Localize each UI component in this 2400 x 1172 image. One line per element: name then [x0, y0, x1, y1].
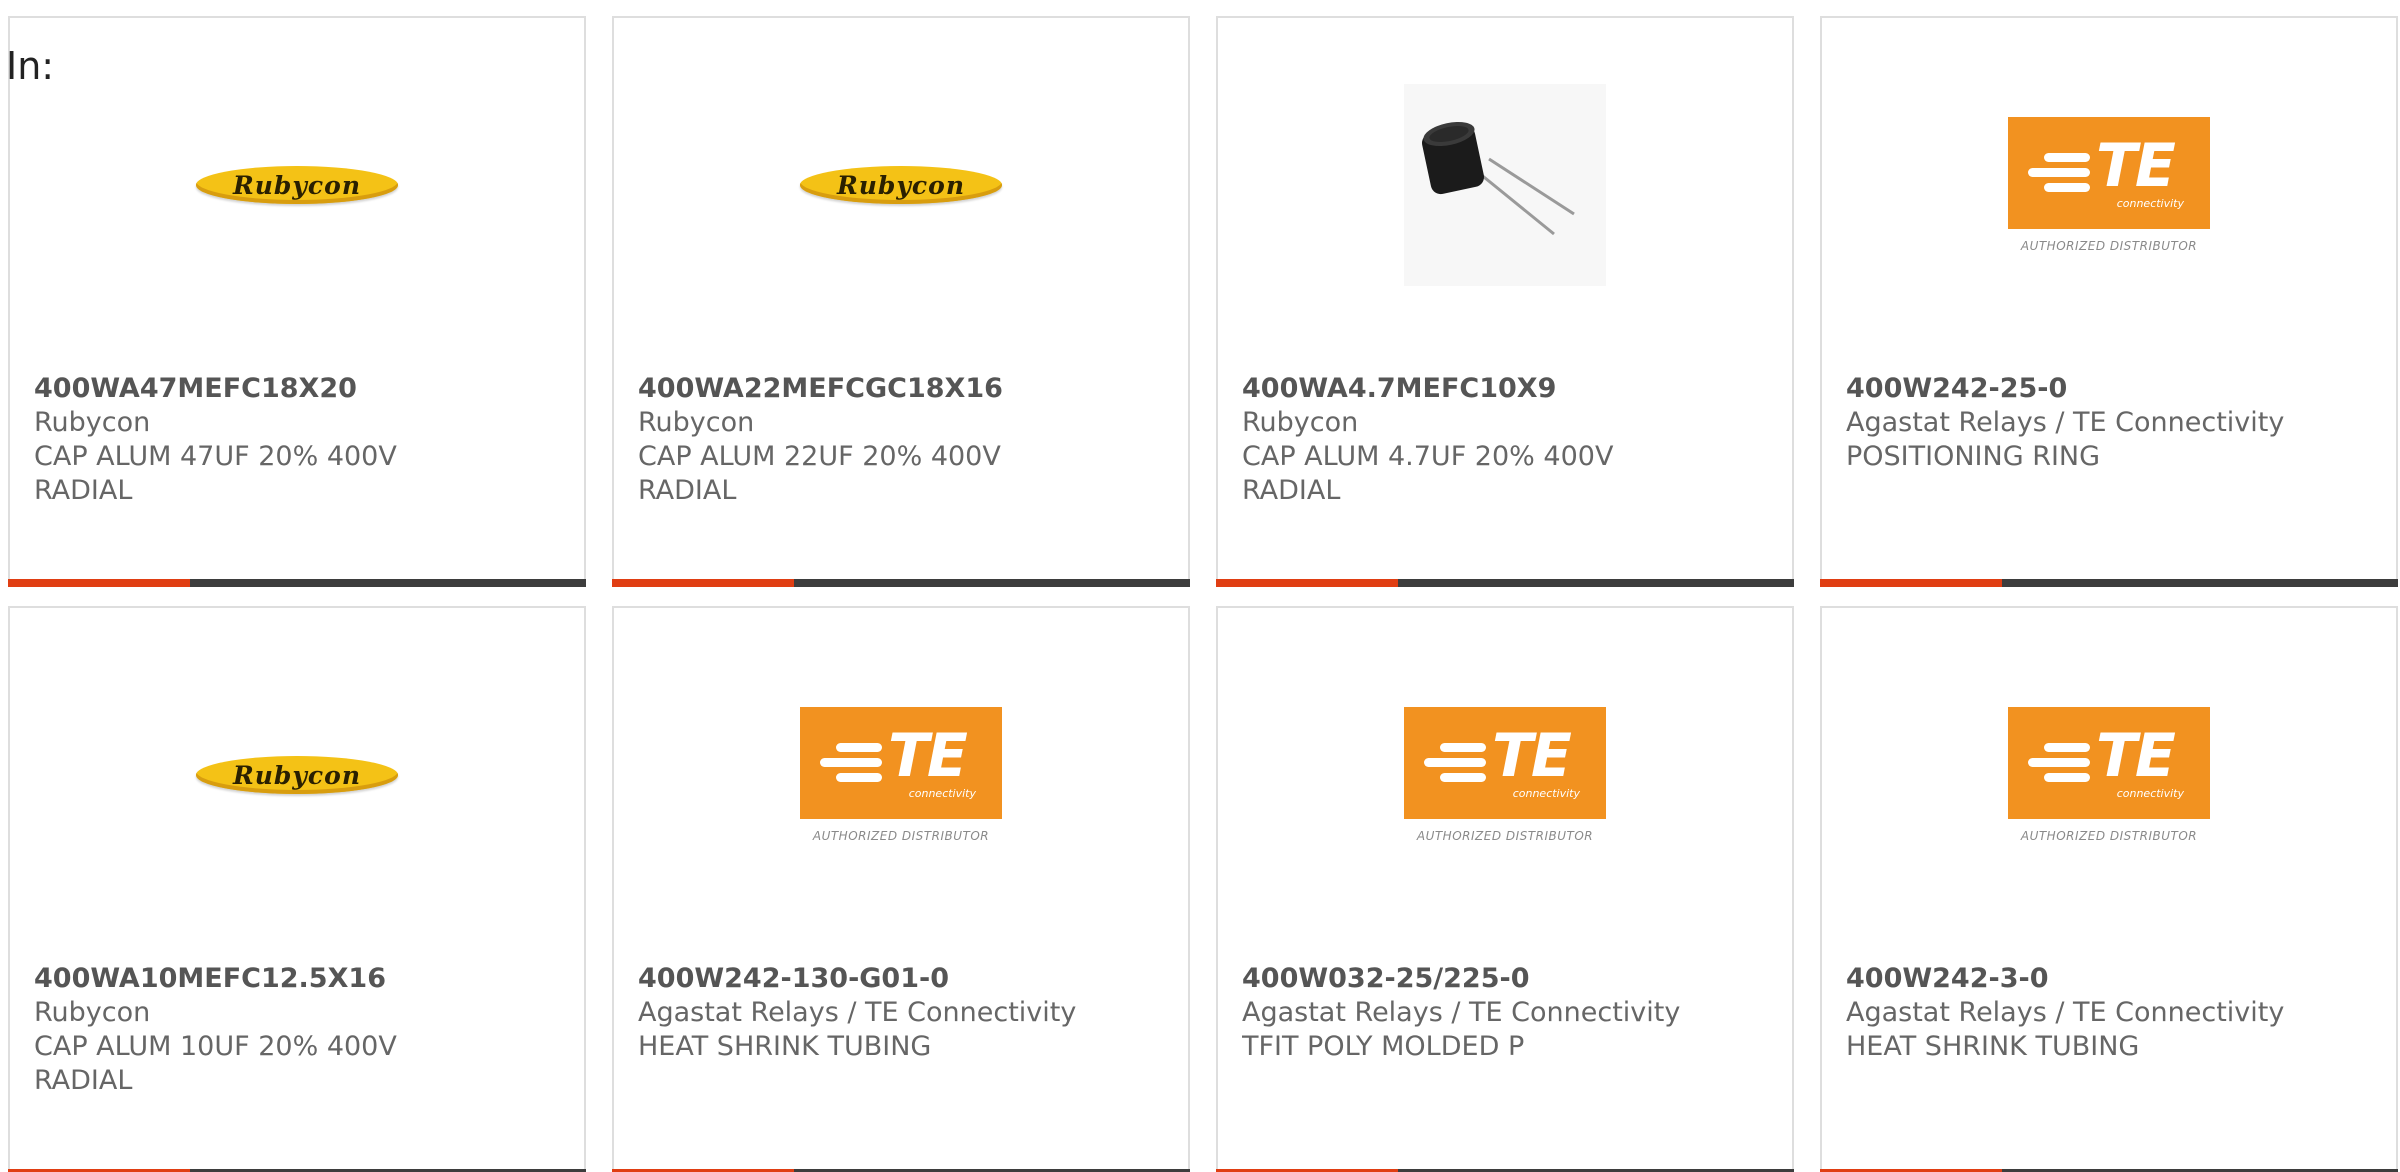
card-accent-bar: [1820, 579, 2002, 587]
te-stripes-icon: [2028, 153, 2090, 198]
product-manufacturer: Agastat Relays / TE Connectivity: [1846, 407, 2285, 438]
product-description: POSITIONING RING: [1846, 441, 2101, 472]
card-bottom-bar: [612, 579, 1190, 587]
capacitor-icon: [1422, 121, 1575, 236]
product-description-cont: RADIAL: [34, 475, 133, 506]
product-part-number[interactable]: 400WA4.7MEFC10X9: [1242, 372, 1772, 406]
product-image: TE connectivity AUTHORIZED DISTRIBUTOR: [2008, 84, 2210, 286]
product-manufacturer: Agastat Relays / TE Connectivity: [1242, 997, 1681, 1028]
product-manufacturer: Agastat Relays / TE Connectivity: [1846, 997, 2285, 1028]
product-part-number[interactable]: 400W242-25-0: [1846, 372, 2376, 406]
rubycon-logo: Rubycon: [196, 756, 398, 794]
product-description: CAP ALUM 4.7UF 20% 400V: [1242, 441, 1614, 472]
product-description: HEAT SHRINK TUBING: [1846, 1031, 2140, 1062]
card-accent-bar: [1216, 579, 1398, 587]
product-card[interactable]: TE connectivity AUTHORIZED DISTRIBUTOR 4…: [1820, 16, 2398, 587]
product-image: Rubycon: [196, 674, 398, 876]
product-card[interactable]: Rubycon 400WA22MEFCGC18X16 Rubycon CAP A…: [612, 16, 1190, 587]
te-logo: TE connectivity AUTHORIZED DISTRIBUTOR: [800, 707, 1002, 843]
card-bottom-bar: [8, 579, 586, 587]
product-image: Rubycon: [196, 84, 398, 286]
product-image: Rubycon: [800, 84, 1002, 286]
product-description-cont: RADIAL: [638, 475, 737, 506]
product-grid-page: In: Rubycon 400WA47MEFC18X20 Rubycon CAP…: [0, 0, 2400, 1172]
product-description: CAP ALUM 47UF 20% 400V: [34, 441, 397, 472]
product-description-cont: RADIAL: [34, 1065, 133, 1096]
product-manufacturer: Rubycon: [34, 407, 151, 438]
product-manufacturer: Rubycon: [34, 997, 151, 1028]
te-stripes-icon: [2028, 743, 2090, 788]
rubycon-logo: Rubycon: [800, 166, 1002, 204]
te-logo: TE connectivity AUTHORIZED DISTRIBUTOR: [2008, 117, 2210, 253]
capacitor-photo: [1404, 84, 1606, 286]
product-card[interactable]: TE connectivity AUTHORIZED DISTRIBUTOR 4…: [1820, 606, 2398, 1172]
te-stripes-icon: [820, 743, 882, 788]
product-description: CAP ALUM 22UF 20% 400V: [638, 441, 1001, 472]
product-image: TE connectivity AUTHORIZED DISTRIBUTOR: [800, 674, 1002, 876]
product-card[interactable]: 400WA4.7MEFC10X9 Rubycon CAP ALUM 4.7UF …: [1216, 16, 1794, 587]
product-part-number[interactable]: 400WA22MEFCGC18X16: [638, 372, 1168, 406]
product-image: TE connectivity AUTHORIZED DISTRIBUTOR: [2008, 674, 2210, 876]
card-accent-bar: [612, 579, 794, 587]
product-image: [1404, 84, 1606, 286]
product-image: TE connectivity AUTHORIZED DISTRIBUTOR: [1404, 674, 1606, 876]
product-description: TFIT POLY MOLDED P: [1242, 1031, 1525, 1062]
product-manufacturer: Agastat Relays / TE Connectivity: [638, 997, 1077, 1028]
te-stripes-icon: [1424, 743, 1486, 788]
product-part-number[interactable]: 400W242-3-0: [1846, 962, 2376, 996]
product-description: CAP ALUM 10UF 20% 400V: [34, 1031, 397, 1062]
product-manufacturer: Rubycon: [638, 407, 755, 438]
card-accent-bar: [8, 579, 190, 587]
product-card[interactable]: TE connectivity AUTHORIZED DISTRIBUTOR 4…: [612, 606, 1190, 1172]
rubycon-logo: Rubycon: [196, 166, 398, 204]
product-part-number[interactable]: 400W032-25/225-0: [1242, 962, 1772, 996]
card-bottom-bar: [1820, 579, 2398, 587]
te-logo: TE connectivity AUTHORIZED DISTRIBUTOR: [2008, 707, 2210, 843]
product-part-number[interactable]: 400WA10MEFC12.5X16: [34, 962, 564, 996]
te-logo: TE connectivity AUTHORIZED DISTRIBUTOR: [1404, 707, 1606, 843]
product-card[interactable]: Rubycon 400WA10MEFC12.5X16 Rubycon CAP A…: [8, 606, 586, 1172]
product-manufacturer: Rubycon: [1242, 407, 1359, 438]
product-card[interactable]: Rubycon 400WA47MEFC18X20 Rubycon CAP ALU…: [8, 16, 586, 587]
product-description-cont: RADIAL: [1242, 475, 1341, 506]
filter-in-label: In:: [6, 44, 55, 88]
product-part-number[interactable]: 400W242-130-G01-0: [638, 962, 1168, 996]
product-part-number[interactable]: 400WA47MEFC18X20: [34, 372, 564, 406]
card-bottom-bar: [1216, 579, 1794, 587]
product-card[interactable]: TE connectivity AUTHORIZED DISTRIBUTOR 4…: [1216, 606, 1794, 1172]
product-description: HEAT SHRINK TUBING: [638, 1031, 932, 1062]
